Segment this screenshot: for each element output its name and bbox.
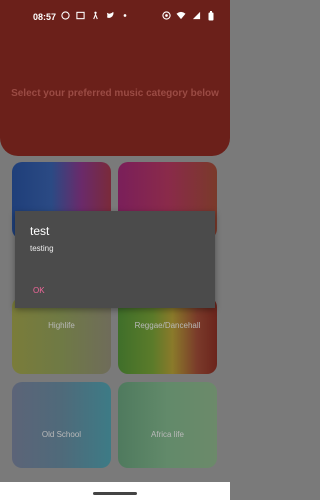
- status-bar: 08:57: [0, 0, 230, 34]
- category-label: Africa life: [151, 430, 184, 439]
- category-card-old-school[interactable]: Old School: [12, 382, 111, 468]
- dialog-message: testing: [30, 244, 54, 253]
- home-gesture-handle[interactable]: [93, 492, 137, 495]
- twitter-icon: [105, 11, 115, 21]
- alert-dialog: test testing OK: [15, 211, 215, 308]
- category-card-reggae-dancehall[interactable]: Reggae/Dancehall: [118, 297, 217, 374]
- category-card-highlife[interactable]: Highlife: [12, 297, 111, 374]
- wifi-icon: [176, 11, 186, 21]
- dialog-title: test: [30, 224, 50, 238]
- ok-button[interactable]: OK: [27, 284, 51, 297]
- category-prompt: Select your preferred music category bel…: [11, 88, 219, 99]
- signal-icon: [191, 11, 201, 21]
- navigation-bar: [0, 482, 230, 500]
- status-time: 08:57: [33, 12, 57, 22]
- category-card-africa-life[interactable]: Africa life: [118, 382, 217, 468]
- category-label: Reggae/Dancehall: [134, 321, 201, 330]
- dot-icon: [120, 11, 130, 21]
- category-label: Highlife: [48, 321, 75, 330]
- eye-icon: [161, 11, 171, 21]
- accessibility-icon: [90, 11, 100, 21]
- category-label: Old School: [41, 430, 82, 439]
- battery-icon: [206, 11, 216, 21]
- image-icon: [75, 11, 85, 21]
- whatsapp-icon: [60, 11, 70, 21]
